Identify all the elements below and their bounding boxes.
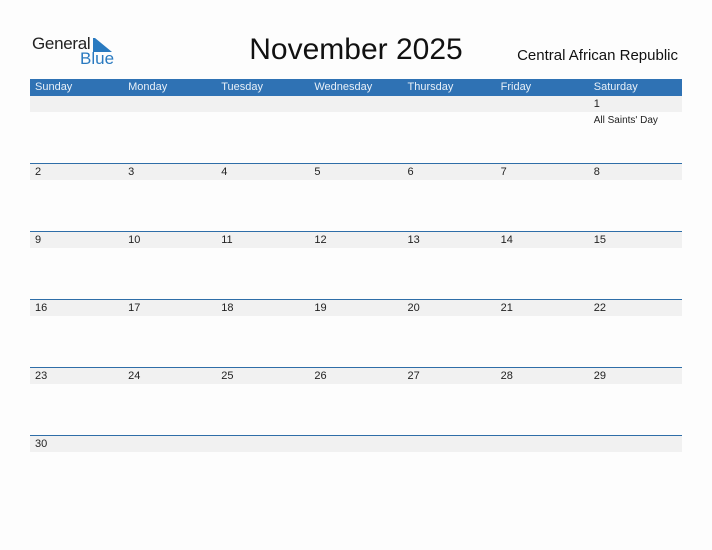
- weekday-monday: Monday: [128, 81, 168, 93]
- day-number: 27: [407, 370, 420, 382]
- day-number: 13: [407, 234, 420, 246]
- weekday-sunday: Sunday: [35, 81, 73, 93]
- day-number: 10: [128, 234, 141, 246]
- day-cell: 5: [309, 164, 402, 230]
- day-cell: [309, 436, 402, 502]
- day-cell: 22: [589, 300, 682, 366]
- calendar: Sunday Monday Tuesday Wednesday Thursday Frid…: [30, 79, 682, 503]
- day-number: 1: [593, 98, 600, 110]
- day-number: 29: [593, 370, 606, 382]
- day-cell: [589, 436, 682, 502]
- day-cell: 25: [216, 368, 309, 434]
- day-number: 15: [593, 234, 606, 246]
- day-cell: 8: [589, 164, 682, 230]
- weekday-wednesday: Wednesday: [314, 81, 373, 93]
- day-cell: [216, 436, 309, 502]
- day-number: 6: [407, 166, 414, 178]
- day-cell: 2: [30, 164, 123, 230]
- day-cell: [30, 96, 123, 162]
- day-cell: 23: [30, 368, 123, 434]
- day-cell: [403, 436, 496, 502]
- weekday-header: Sunday Monday Tuesday Wednesday Thursday Frid…: [30, 79, 682, 96]
- day-number: 8: [593, 166, 600, 178]
- day-number: 28: [500, 370, 513, 382]
- day-cell: 12: [309, 232, 402, 298]
- day-cell: 29: [589, 368, 682, 434]
- day-cell: 15: [589, 232, 682, 298]
- day-number: 21: [500, 302, 513, 314]
- day-number: 5: [314, 166, 321, 178]
- day-cell: 1 All Saints' Day: [589, 96, 682, 162]
- day-number: 9: [35, 234, 42, 246]
- day-number: 26: [314, 370, 327, 382]
- week-days: 23 24 25 26 27 28 29: [30, 368, 682, 434]
- week-days: 16 17 18 19 20 21 22: [30, 300, 682, 366]
- day-cell: [496, 96, 589, 162]
- weekday-friday: Friday: [500, 81, 532, 93]
- day-number: 12: [314, 234, 327, 246]
- day-number: 4: [221, 166, 228, 178]
- day-cell: 6: [403, 164, 496, 230]
- day-cell: 24: [123, 368, 216, 434]
- day-cell: 7: [496, 164, 589, 230]
- day-number: 2: [35, 166, 42, 178]
- day-number: 19: [314, 302, 327, 314]
- week-row: 9 10 11 12 13 14 15: [30, 231, 682, 299]
- day-cell: 30: [30, 436, 123, 502]
- day-number: 23: [35, 370, 48, 382]
- day-cell: 9: [30, 232, 123, 298]
- day-cell: 16: [30, 300, 123, 366]
- day-number: 3: [128, 166, 135, 178]
- week-days: 9 10 11 12 13 14 15: [30, 232, 682, 298]
- week-row: 16 17 18 19 20 21 22: [30, 299, 682, 367]
- day-cell: 21: [496, 300, 589, 366]
- day-cell: 4: [216, 164, 309, 230]
- week-days: 1 All Saints' Day: [30, 96, 682, 162]
- day-cell: 20: [403, 300, 496, 366]
- day-number: 17: [128, 302, 141, 314]
- day-number: 25: [221, 370, 234, 382]
- day-cell: 27: [403, 368, 496, 434]
- weekday-saturday: Saturday: [593, 81, 638, 93]
- country-label: Central African Republic: [517, 47, 678, 64]
- day-number: 7: [500, 166, 507, 178]
- day-cell: [216, 96, 309, 162]
- day-cell: [123, 436, 216, 502]
- day-cell: 14: [496, 232, 589, 298]
- week-days: 30: [30, 436, 682, 502]
- day-cell: 3: [123, 164, 216, 230]
- week-days: 2 3 4 5 6 7 8: [30, 164, 682, 230]
- day-cell: 13: [403, 232, 496, 298]
- day-cell: 17: [123, 300, 216, 366]
- day-cell: [496, 436, 589, 502]
- weekday-tuesday: Tuesday: [221, 81, 264, 93]
- holiday-label: All Saints' Day: [593, 115, 658, 126]
- day-number: 18: [221, 302, 234, 314]
- day-number: 22: [593, 302, 606, 314]
- day-cell: 26: [309, 368, 402, 434]
- week-row: 2 3 4 5 6 7 8: [30, 163, 682, 231]
- week-row: 30: [30, 435, 682, 503]
- day-cell: [309, 96, 402, 162]
- week-row: 1 All Saints' Day: [30, 96, 682, 163]
- week-row: 23 24 25 26 27 28 29: [30, 367, 682, 435]
- day-cell: 28: [496, 368, 589, 434]
- day-number: 11: [221, 234, 233, 246]
- day-number: 14: [500, 234, 513, 246]
- day-cell: 18: [216, 300, 309, 366]
- day-cell: [123, 96, 216, 162]
- day-cell: 10: [123, 232, 216, 298]
- day-cell: 19: [309, 300, 402, 366]
- weekday-thursday: Thursday: [407, 81, 454, 93]
- day-number: 30: [35, 438, 48, 450]
- day-cell: [403, 96, 496, 162]
- day-number: 16: [35, 302, 48, 314]
- calendar-body: 1 All Saints' Day 2 3 4 5 6 7 8 9 10 11 12 13 14 15 16 17…: [30, 96, 682, 503]
- day-number: 20: [407, 302, 420, 314]
- day-number: 24: [128, 370, 141, 382]
- day-cell: 11: [216, 232, 309, 298]
